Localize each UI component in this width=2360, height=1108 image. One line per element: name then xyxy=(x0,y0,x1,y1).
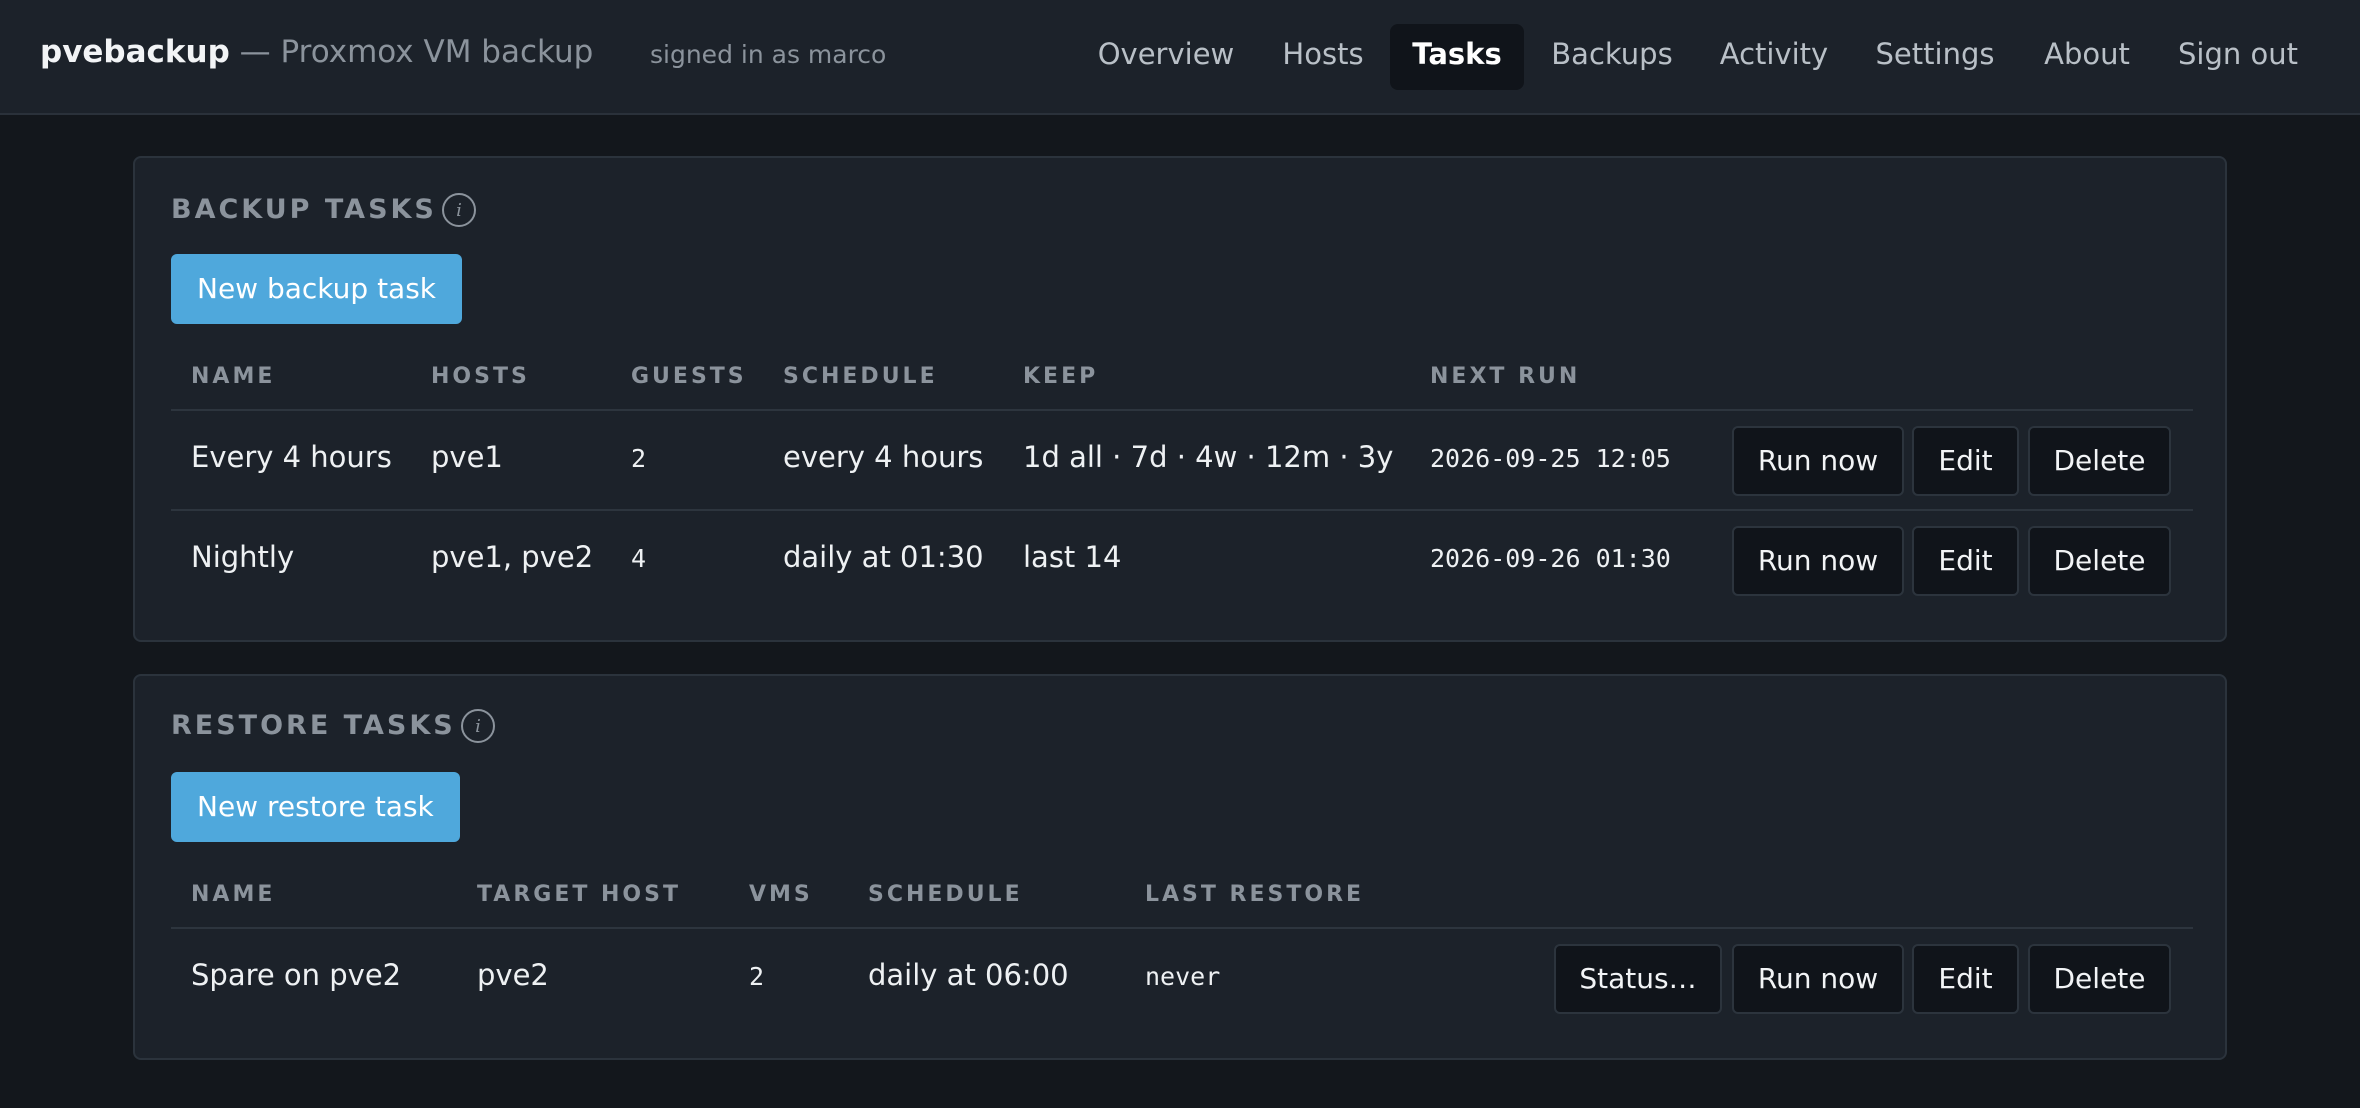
nav-settings[interactable]: Settings xyxy=(1870,24,2000,90)
edit-button[interactable]: Edit xyxy=(1912,526,2019,596)
status-button[interactable]: Status… xyxy=(1554,944,1722,1014)
col-last-restore: LAST RESTORE xyxy=(1145,882,1365,907)
restore-vms: 2 xyxy=(749,962,765,991)
nav-backups[interactable]: Backups xyxy=(1540,24,1684,90)
task-next-run: 2026-09-25 12:05 xyxy=(1430,444,1671,473)
task-next-run: 2026-09-26 01:30 xyxy=(1430,544,1671,573)
backup-tasks-panel: BACKUP TASKS i New backup task NAME HOST… xyxy=(133,156,2227,642)
col-name: NAME xyxy=(191,364,276,389)
col-schedule: SCHEDULE xyxy=(783,364,938,389)
task-schedule: every 4 hours xyxy=(783,440,984,474)
task-guests: 2 xyxy=(631,444,647,473)
col-hosts: HOSTS xyxy=(431,364,530,389)
run-now-button[interactable]: Run now xyxy=(1732,944,1904,1014)
run-now-button[interactable]: Run now xyxy=(1732,526,1904,596)
brand-subtitle: Proxmox VM backup xyxy=(280,34,594,70)
delete-button[interactable]: Delete xyxy=(2028,944,2171,1014)
brand-name: pvebackup xyxy=(40,34,230,70)
row-divider xyxy=(171,509,2193,511)
run-now-button[interactable]: Run now xyxy=(1732,426,1904,496)
task-name: Every 4 hours xyxy=(191,440,392,474)
restore-schedule: daily at 06:00 xyxy=(868,958,1069,992)
delete-button[interactable]: Delete xyxy=(2028,426,2171,496)
signed-in-label: signed in as marco xyxy=(650,40,887,69)
brand: pvebackup — Proxmox VM backup xyxy=(40,34,593,70)
edit-button[interactable]: Edit xyxy=(1912,944,2019,1014)
task-keep: 1d all · 7d · 4w · 12m · 3y xyxy=(1023,440,1394,474)
col-target-host: TARGET HOST xyxy=(477,882,681,907)
header-divider xyxy=(171,409,2193,411)
delete-button[interactable]: Delete xyxy=(2028,526,2171,596)
info-icon[interactable]: i xyxy=(441,192,477,228)
task-guests: 4 xyxy=(631,544,647,573)
svg-text:i: i xyxy=(475,716,481,737)
header-divider xyxy=(171,927,2193,929)
restore-tasks-title: RESTORE TASKS xyxy=(171,710,456,741)
nav-sign-out[interactable]: Sign out xyxy=(2170,24,2306,90)
col-guests: GUESTS xyxy=(631,364,747,389)
nav-activity[interactable]: Activity xyxy=(1714,24,1834,90)
task-hosts: pve1, pve2 xyxy=(431,540,594,574)
new-restore-task-button[interactable]: New restore task xyxy=(171,772,460,842)
task-keep: last 14 xyxy=(1023,540,1122,574)
edit-button[interactable]: Edit xyxy=(1912,426,2019,496)
restore-tasks-panel: RESTORE TASKS i New restore task NAME TA… xyxy=(133,674,2227,1060)
nav-about[interactable]: About xyxy=(2034,24,2140,90)
task-name: Nightly xyxy=(191,540,295,574)
task-schedule: daily at 01:30 xyxy=(783,540,984,574)
nav-hosts[interactable]: Hosts xyxy=(1268,24,1378,90)
task-hosts: pve1 xyxy=(431,440,503,474)
new-backup-task-button[interactable]: New backup task xyxy=(171,254,463,324)
nav-overview[interactable]: Overview xyxy=(1088,24,1244,90)
info-icon[interactable]: i xyxy=(460,708,496,744)
svg-text:i: i xyxy=(456,200,462,221)
col-name: NAME xyxy=(191,882,276,907)
col-vms: VMS xyxy=(749,882,813,907)
restore-target-host: pve2 xyxy=(477,958,549,992)
brand-separator: — xyxy=(239,34,271,70)
backup-tasks-title: BACKUP TASKS xyxy=(171,194,437,225)
col-next-run: NEXT RUN xyxy=(1430,364,1581,389)
restore-name: Spare on pve2 xyxy=(191,958,402,992)
nav-tasks[interactable]: Tasks xyxy=(1390,24,1524,90)
col-keep: KEEP xyxy=(1023,364,1099,389)
restore-last-restore: never xyxy=(1145,962,1221,991)
col-schedule: SCHEDULE xyxy=(868,882,1023,907)
top-bar: pvebackup — Proxmox VM backup signed in … xyxy=(0,0,2360,115)
